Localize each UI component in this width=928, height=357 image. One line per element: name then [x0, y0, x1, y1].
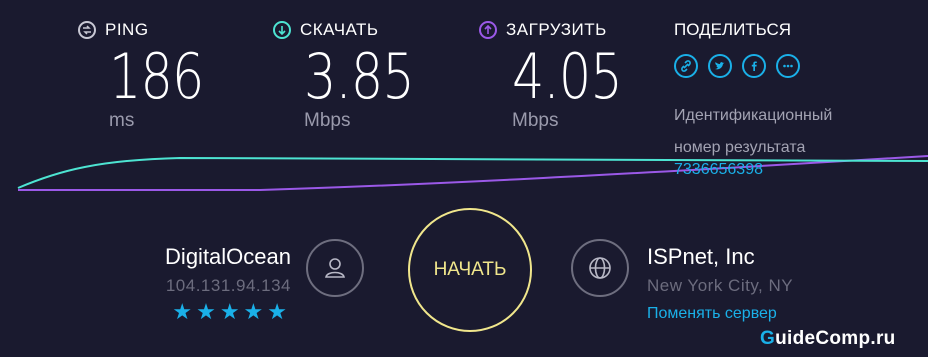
ping-icon	[78, 21, 96, 39]
server-name: DigitalOcean	[165, 244, 291, 269]
share-panel: ПОДЕЛИТЬСЯ Идентификационный номер резул…	[674, 20, 874, 181]
upload-arrow-icon	[479, 21, 497, 39]
start-button-label: НАЧАТЬ	[433, 259, 507, 280]
share-title: ПОДЕЛИТЬСЯ	[674, 20, 792, 39]
link-icon[interactable]	[674, 54, 698, 78]
isp-name: ISPnet, Inc	[647, 244, 755, 269]
upload-header: ЗАГРУЗИТЬ	[479, 20, 646, 40]
watermark: GuideComp.ru	[760, 328, 896, 350]
isp-location: New York City, NY	[647, 276, 794, 295]
change-server-link[interactable]: Поменять сервер	[647, 305, 793, 323]
share-icons	[674, 54, 874, 78]
download-unit: Mbps	[304, 110, 351, 131]
ping-unit: ms	[109, 110, 135, 131]
server-ip: 104.131.94.134	[165, 276, 291, 295]
download-arrow-icon	[273, 21, 291, 39]
start-button[interactable]: НАЧАТЬ	[408, 208, 532, 332]
download-header: СКАЧАТЬ	[273, 20, 438, 40]
upload-metric: ЗАГРУЗИТЬ 4.05 Mbps	[479, 20, 646, 132]
globe-icon[interactable]	[571, 239, 629, 297]
ping-metric: PING 186 ms	[78, 20, 224, 132]
server-info: DigitalOcean 104.131.94.134 ★★★★★	[165, 244, 291, 325]
download-value: 3.85	[304, 40, 415, 113]
upload-value: 4.05	[512, 40, 623, 113]
download-label: СКАЧАТЬ	[300, 20, 379, 39]
ping-value: 186	[109, 40, 204, 113]
isp-info: ISPnet, Inc New York City, NY Поменять с…	[647, 244, 793, 323]
result-id-label: Идентификационный номер результата	[674, 107, 833, 156]
watermark-text: uideComp.ru	[775, 328, 896, 349]
upload-label: ЗАГРУЗИТЬ	[506, 20, 607, 39]
more-icon[interactable]	[776, 54, 800, 78]
watermark-first-letter: G	[760, 328, 776, 349]
ping-label: PING	[105, 20, 149, 39]
server-rating-stars: ★★★★★	[172, 299, 291, 324]
twitter-icon[interactable]	[708, 54, 732, 78]
user-icon[interactable]	[306, 239, 364, 297]
upload-unit: Mbps	[512, 110, 559, 131]
facebook-icon[interactable]	[742, 54, 766, 78]
download-metric: СКАЧАТЬ 3.85 Mbps	[273, 20, 438, 132]
ping-header: PING	[78, 20, 224, 40]
